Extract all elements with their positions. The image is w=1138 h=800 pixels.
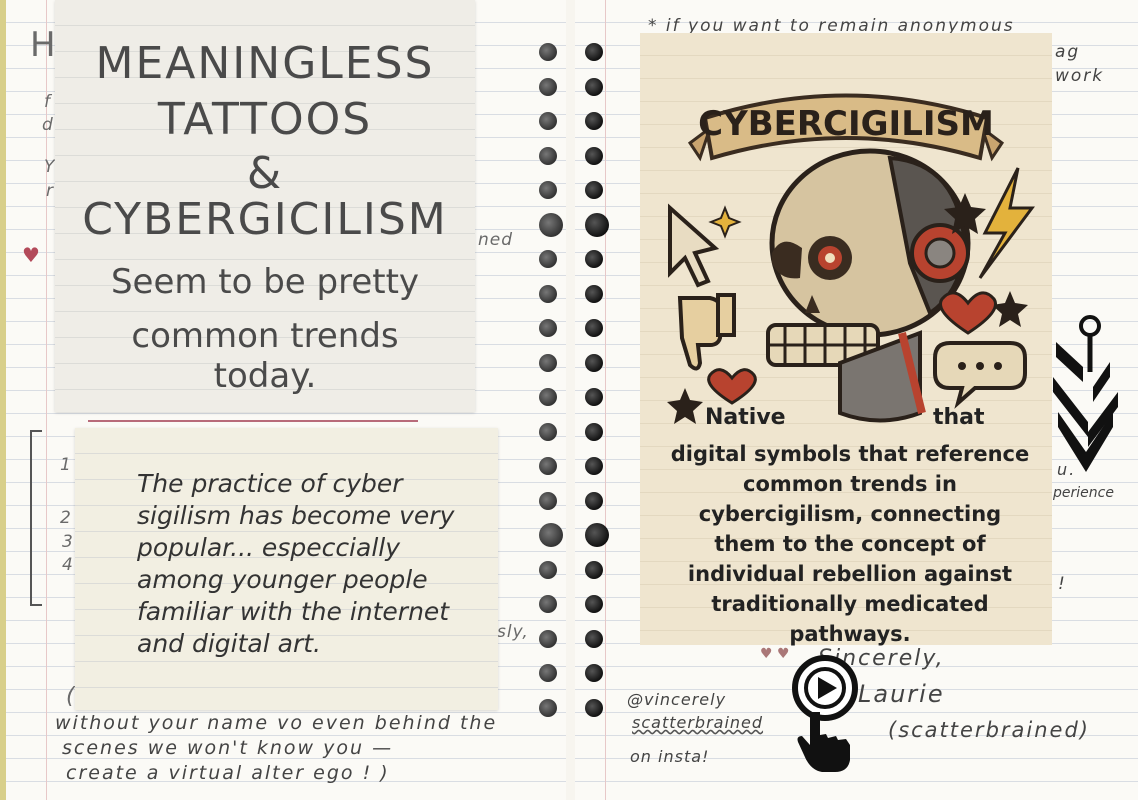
left-note-fragment: f (44, 92, 51, 112)
poster-banner-text: CYBERCIGILISM (698, 104, 994, 144)
cyber-sigil-icon (1053, 315, 1118, 472)
red-underline (88, 420, 418, 422)
title-line-2: TATTOOS (157, 94, 373, 145)
left-note-fragment: sly, (497, 622, 529, 642)
note-card: The practice of cyber sigilism has becom… (75, 428, 498, 710)
spiral-binding (533, 35, 613, 725)
list-number: 3 (62, 532, 74, 552)
right-note-line: ag (1055, 42, 1081, 62)
title-subline-3: today. (213, 356, 317, 396)
bottom-note-line: create a virtual alter ego ! ) (66, 762, 390, 784)
signoff-name: Laurie (858, 680, 945, 708)
left-heading-letter: H (30, 25, 57, 65)
poster-caption-lead: Native (705, 405, 786, 430)
cybercigilism-poster: CYBERCIGILISM Native that digital symbol… (640, 33, 1052, 646)
list-number: 2 (60, 508, 72, 528)
title-subline-1: Seem to be pretty (110, 262, 420, 302)
heart-doodle-icon: ♥ (22, 243, 40, 267)
note-text: The practice of cyber sigilism has becom… (137, 469, 455, 658)
bottom-note-line: without your name vo even behind the (55, 712, 498, 734)
signoff-tag: (scatterbrained) (888, 718, 1090, 742)
bottom-note-line: scenes we won't know you — (62, 737, 394, 759)
social-handle: scatterbrained (632, 713, 764, 732)
right-note-line: work (1055, 66, 1105, 86)
list-bracket (30, 430, 42, 606)
right-note-line: ! (1058, 574, 1067, 594)
left-note-fragment: d (42, 115, 54, 135)
title-line-4: CYBERGICILISM (82, 194, 448, 245)
poster-caption-lead-2: that (933, 405, 985, 430)
list-number: 4 (62, 555, 74, 575)
poster-caption: digital symbols that reference common tr… (670, 442, 1030, 646)
list-number: 1 (60, 455, 72, 475)
left-note-fragment: ned (478, 230, 514, 250)
title-line-1: MEANINGLESS (95, 38, 435, 89)
title-card: MEANINGLESS TATTOOS & CYBERGICILISM Seem… (55, 0, 475, 412)
title-line-3: & (246, 148, 284, 199)
right-note-line: perience (1053, 485, 1114, 501)
play-cursor-icon[interactable] (790, 650, 860, 775)
social-handle: on insta! (630, 747, 710, 766)
social-handle: @vincerely (627, 690, 727, 709)
title-subline-2: common trends (131, 316, 399, 356)
